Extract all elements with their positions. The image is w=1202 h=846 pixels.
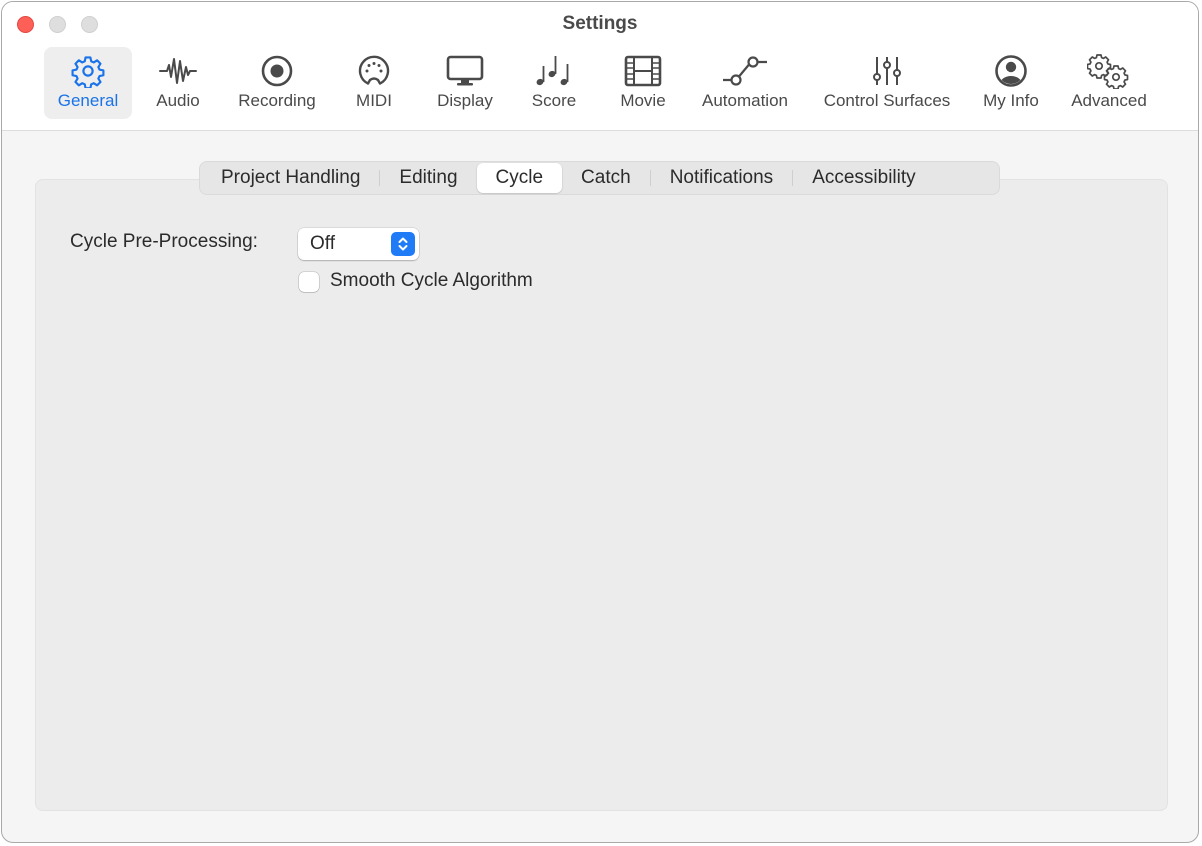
sliders-icon xyxy=(870,53,904,89)
toolbar-item-advanced[interactable]: Advanced xyxy=(1062,47,1156,119)
tab-notifications[interactable]: Notifications xyxy=(651,163,793,193)
toolbar-item-audio[interactable]: Audio xyxy=(146,47,210,119)
toolbar-item-movie[interactable]: Movie xyxy=(610,47,676,119)
toolbar-item-recording[interactable]: Recording xyxy=(228,47,326,119)
cycle-preprocessing-popup[interactable]: Off xyxy=(298,228,419,260)
toolbar-label: Audio xyxy=(156,91,200,110)
gear-icon xyxy=(71,53,105,89)
toolbar-item-my-info[interactable]: My Info xyxy=(974,47,1048,119)
monitor-icon xyxy=(446,53,484,89)
toolbar-item-automation[interactable]: Automation xyxy=(694,47,796,119)
settings-window: Settings General Audio Recording MIDI Di… xyxy=(1,1,1199,843)
toolbar-label: Score xyxy=(531,91,577,110)
tab-cycle[interactable]: Cycle xyxy=(476,163,563,193)
settings-panel xyxy=(35,179,1168,811)
tab-accessibility[interactable]: Accessibility xyxy=(793,163,934,193)
popup-value: Off xyxy=(310,233,335,254)
tab-bar: Project Handling Editing Cycle Catch Not… xyxy=(199,161,1000,195)
toolbar-label: Control Surfaces xyxy=(823,91,951,110)
titlebar: Settings General Audio Recording MIDI Di… xyxy=(2,2,1198,131)
toolbar-item-control-surfaces[interactable]: Control Surfaces xyxy=(812,47,962,119)
smooth-cycle-checkbox[interactable] xyxy=(299,272,319,292)
person-circle-icon xyxy=(994,53,1028,89)
toolbar-item-score[interactable]: Score xyxy=(522,47,586,119)
toolbar-label: Recording xyxy=(238,91,316,110)
toolbar-label: My Info xyxy=(983,91,1039,110)
toolbar-label: Movie xyxy=(620,91,666,110)
window-title: Settings xyxy=(562,13,638,34)
music-notes-icon xyxy=(534,53,574,89)
gears-icon xyxy=(1087,53,1131,89)
toolbar-item-display[interactable]: Display xyxy=(427,47,503,119)
toolbar-label: Display xyxy=(437,91,493,110)
record-icon xyxy=(260,53,294,89)
film-icon xyxy=(624,53,662,89)
tab-catch[interactable]: Catch xyxy=(562,163,650,193)
toolbar-label: MIDI xyxy=(356,91,392,110)
toolbar-label: Automation xyxy=(702,91,788,110)
toolbar-label: General xyxy=(57,91,119,110)
tab-project-handling[interactable]: Project Handling xyxy=(202,163,379,193)
chevron-up-down-icon xyxy=(391,232,415,256)
automation-curve-icon xyxy=(721,53,769,89)
smooth-cycle-label[interactable]: Smooth Cycle Algorithm xyxy=(330,270,533,292)
toolbar-item-midi[interactable]: MIDI xyxy=(346,47,402,119)
waveform-icon xyxy=(158,53,198,89)
tab-editing[interactable]: Editing xyxy=(380,163,476,193)
cycle-preprocessing-label: Cycle Pre-Processing: xyxy=(70,231,258,252)
toolbar-item-general[interactable]: General xyxy=(44,47,132,119)
midi-connector-icon xyxy=(357,53,391,89)
toolbar-label: Advanced xyxy=(1071,91,1147,110)
